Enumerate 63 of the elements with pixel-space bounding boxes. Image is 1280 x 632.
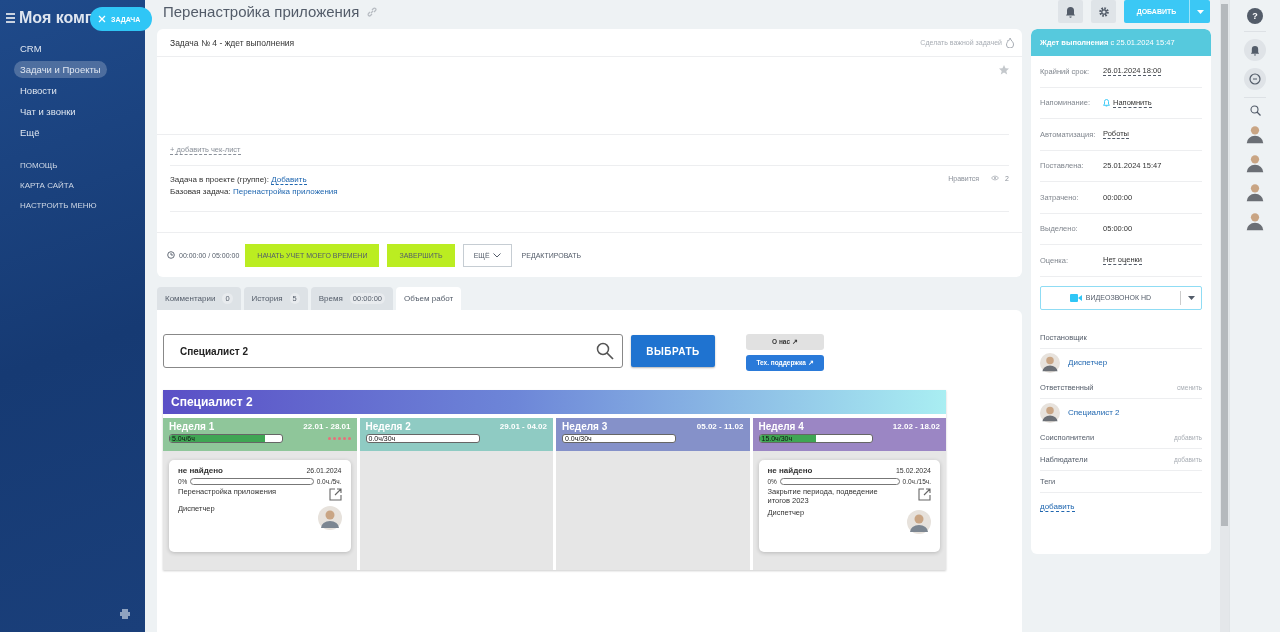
week-dates: 12.02 - 18.02 — [892, 422, 940, 431]
week-dates: 05.02 - 11.02 — [696, 422, 744, 431]
scrollbar[interactable] — [1220, 0, 1229, 632]
sidebar-link[interactable]: НАСТРОИТЬ МЕНЮ — [20, 201, 145, 210]
sidebar-link[interactable]: ПОМОЩЬ — [20, 161, 145, 170]
external-link-icon[interactable] — [328, 488, 342, 501]
avatar — [907, 510, 931, 535]
chat-icon — [1249, 73, 1261, 85]
tile-title: не найдено — [178, 466, 223, 475]
search-field[interactable]: Специалист 2 — [163, 334, 623, 368]
add-project-link[interactable]: Добавить — [271, 175, 307, 185]
sidebar-item[interactable]: Задачи и Проекты — [14, 61, 107, 78]
avatar — [317, 506, 342, 530]
chat-button[interactable] — [1244, 68, 1266, 90]
notification-button[interactable] — [1244, 39, 1266, 61]
add-tag-link[interactable]: добавить — [1040, 501, 1075, 512]
select-button[interactable]: ВЫБРАТЬ — [631, 335, 715, 367]
project-label: Задача в проекте (группе): — [170, 175, 269, 184]
menu-icon[interactable] — [6, 13, 15, 23]
settings-button[interactable] — [1091, 0, 1116, 23]
camera-icon — [1069, 293, 1082, 302]
person-link[interactable]: Специалист 2 — [1068, 408, 1120, 417]
tile-title: не найдено — [767, 466, 813, 475]
week-name: Неделя 2 — [365, 421, 411, 432]
search-icon[interactable] — [596, 342, 614, 360]
avatar[interactable] — [1244, 123, 1266, 145]
clock-icon — [167, 251, 175, 259]
specialist-banner: Специалист 2 — [163, 390, 946, 414]
gear-icon — [1097, 5, 1110, 18]
avatar[interactable] — [1244, 210, 1266, 232]
page-title: Перенастройка приложения — [163, 3, 360, 20]
week-name: Неделя 3 — [562, 421, 608, 432]
bell-icon — [1250, 44, 1260, 56]
task-heading: Задача № 4 - ждет выполнения — [170, 37, 295, 48]
avatar[interactable] — [1244, 152, 1266, 174]
sidebar-item[interactable]: Новости — [14, 82, 63, 99]
external-link-icon[interactable] — [918, 488, 931, 501]
week-dates: 22.01 - 28.01 — [303, 422, 351, 431]
caret-icon — [1187, 295, 1195, 300]
caret-icon — [492, 252, 501, 258]
sidebar-item[interactable]: CRM — [14, 40, 48, 57]
caret-icon — [1196, 9, 1204, 14]
star-icon[interactable] — [999, 65, 1009, 75]
sidebar-link[interactable]: КАРТА САЙТА — [20, 181, 145, 190]
sidebar-item[interactable]: Чат и звонки — [14, 103, 82, 120]
sidebar-item[interactable]: Ещё — [14, 124, 46, 141]
avatar[interactable] — [1244, 181, 1266, 203]
close-icon — [98, 15, 106, 23]
avatar — [1040, 352, 1060, 373]
week-dates: 29.01 - 04.02 — [499, 422, 547, 431]
bell-icon — [1065, 5, 1076, 18]
week-name: Неделя 1 — [169, 421, 215, 432]
person-link[interactable]: Диспетчер — [1068, 358, 1108, 367]
base-task-link[interactable]: Перенастройка приложения — [232, 187, 338, 196]
notification-button[interactable] — [1058, 0, 1083, 23]
search-icon[interactable] — [1249, 105, 1261, 116]
base-task-label: Базовая задача: — [170, 187, 231, 196]
bell-icon — [1103, 98, 1110, 107]
tab[interactable]: Объем работ — [396, 287, 462, 310]
avatar — [1040, 402, 1060, 423]
help-button[interactable]: ? — [1247, 8, 1263, 24]
eye-icon — [991, 175, 1000, 181]
week-name: Неделя 4 — [758, 421, 804, 432]
